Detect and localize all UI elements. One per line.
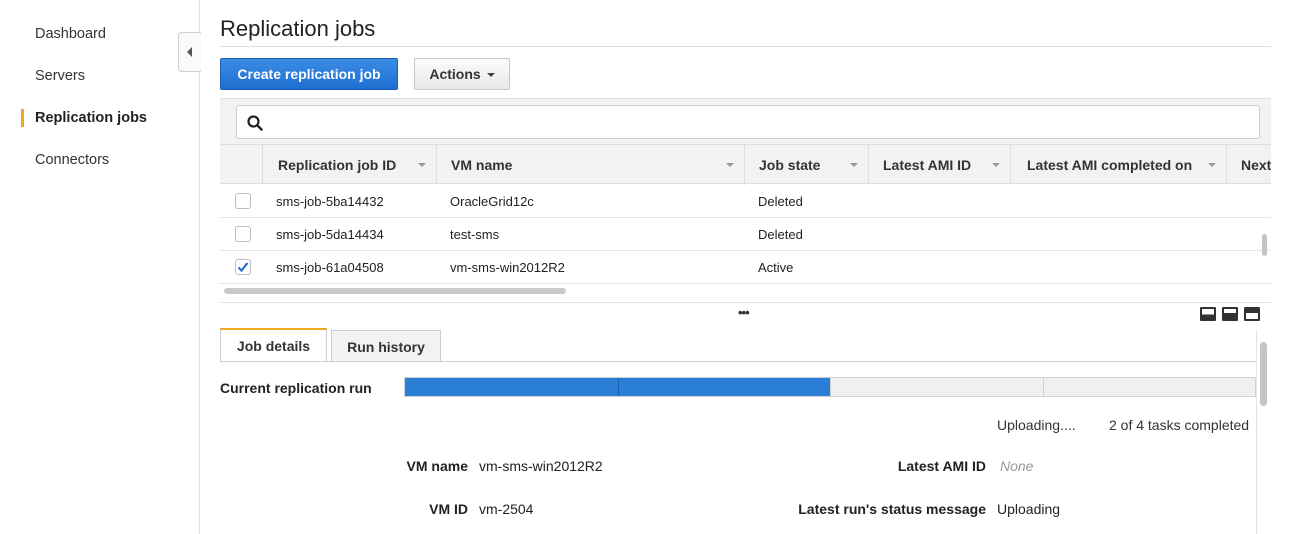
column-header-next[interactable]: Next (1226, 145, 1271, 185)
row-checkbox[interactable] (235, 259, 251, 275)
column-header-label: Latest AMI completed on (1027, 157, 1193, 173)
table-header: Replication job ID VM name Job state Lat… (220, 144, 1271, 185)
jobs-table: Replication job ID VM name Job state Lat… (220, 98, 1271, 304)
latest-ami-id-value: None (1000, 458, 1034, 474)
actions-button-label: Actions (429, 66, 481, 82)
latest-ami-id-label: Latest AMI ID (897, 458, 986, 474)
caret-down-icon (486, 73, 495, 77)
progress-tasks: 2 of 4 tasks completed (1109, 417, 1250, 433)
column-header-job-id[interactable]: Replication job ID (262, 145, 436, 185)
progress-segment-divider (830, 378, 831, 396)
progress-segment-divider (1042, 378, 1044, 396)
horizontal-scrollbar[interactable] (224, 288, 566, 294)
column-header-latest-ami-completed[interactable]: Latest AMI completed on (1010, 145, 1226, 185)
vm-id-value: vm-2504 (479, 501, 534, 517)
details-vertical-scrollbar[interactable] (1260, 342, 1267, 406)
tab-run-history[interactable]: Run history (331, 330, 441, 362)
job-id-cell: sms-job-61a04508 (276, 260, 384, 275)
job-state-cell: Deleted (758, 194, 803, 209)
create-replication-job-button[interactable]: Create replication job (220, 58, 398, 90)
search-input[interactable] (236, 105, 1260, 139)
table-vertical-scrollbar[interactable] (1262, 234, 1267, 256)
sidebar-item-dashboard[interactable]: Dashboard (35, 26, 106, 42)
layout-top-icon[interactable] (1244, 307, 1260, 321)
tab-job-details[interactable]: Job details (220, 328, 327, 362)
column-header-vm-name[interactable]: VM name (436, 145, 744, 185)
sidebar-item-servers[interactable]: Servers (35, 68, 85, 84)
job-state-cell: Active (758, 260, 794, 275)
checkmark-icon (237, 262, 249, 273)
sidebar-item-replication-jobs[interactable]: Replication jobs (35, 110, 147, 126)
job-id-cell: sms-job-5da14434 (276, 227, 384, 242)
table-row[interactable]: sms-job-61a04508 vm-sms-win2012R2 Active (220, 251, 1271, 284)
search-bar (220, 98, 1271, 144)
vm-name-value: vm-sms-win2012R2 (479, 458, 603, 474)
collapse-sidebar-button[interactable] (178, 32, 201, 72)
chevron-left-icon (187, 47, 192, 57)
column-header-job-state[interactable]: Job state (744, 145, 868, 185)
column-header-latest-ami-id[interactable]: Latest AMI ID (868, 145, 1010, 185)
sidebar: Dashboard Servers Replication jobs Conne… (0, 0, 200, 534)
layout-bottom-large-icon[interactable] (1222, 307, 1238, 321)
title-divider (220, 46, 1271, 47)
sort-icon (850, 163, 858, 167)
current-run-label: Current replication run (220, 380, 372, 396)
sort-icon (726, 163, 734, 167)
sort-icon (992, 163, 1000, 167)
panel-splitter[interactable] (220, 302, 1271, 303)
splitter-handle[interactable]: ••• (738, 305, 750, 320)
status-message-value: Uploading (997, 501, 1061, 517)
vm-name-cell: OracleGrid12c (450, 194, 534, 209)
row-checkbox[interactable] (235, 226, 251, 242)
status-message-label: Latest run's status message (798, 501, 986, 517)
vm-name-cell: test-sms (450, 227, 500, 242)
sort-icon (418, 163, 426, 167)
table-row[interactable]: sms-job-5da14434 test-sms Deleted (220, 218, 1271, 251)
page-title: Replication jobs (220, 16, 376, 41)
vm-id-label: VM ID (429, 501, 468, 517)
progress-segment-divider (617, 378, 619, 396)
sort-icon (1208, 163, 1216, 167)
progress-status: Uploading.... (997, 417, 1076, 433)
search-icon (247, 115, 263, 131)
active-indicator (21, 109, 24, 127)
select-column-header (220, 145, 262, 185)
sidebar-item-connectors[interactable]: Connectors (35, 152, 109, 168)
layout-bottom-small-icon[interactable] (1200, 307, 1216, 321)
column-header-label: VM name (451, 157, 513, 173)
column-header-label: Latest AMI ID (883, 157, 972, 173)
vm-name-cell: vm-sms-win2012R2 (450, 260, 565, 275)
vm-name-label: VM name (406, 458, 468, 474)
layout-toggle-group (1200, 307, 1260, 321)
column-header-label: Next (1241, 157, 1271, 173)
job-state-cell: Deleted (758, 227, 803, 242)
actions-button[interactable]: Actions (414, 58, 510, 90)
column-header-label: Job state (759, 157, 821, 173)
column-header-label: Replication job ID (278, 157, 397, 173)
tab-divider (220, 361, 1256, 362)
replication-progress-bar (404, 377, 1256, 397)
job-id-cell: sms-job-5ba14432 (276, 194, 384, 209)
table-row[interactable]: sms-job-5ba14432 OracleGrid12c Deleted (220, 185, 1271, 218)
row-checkbox[interactable] (235, 193, 251, 209)
